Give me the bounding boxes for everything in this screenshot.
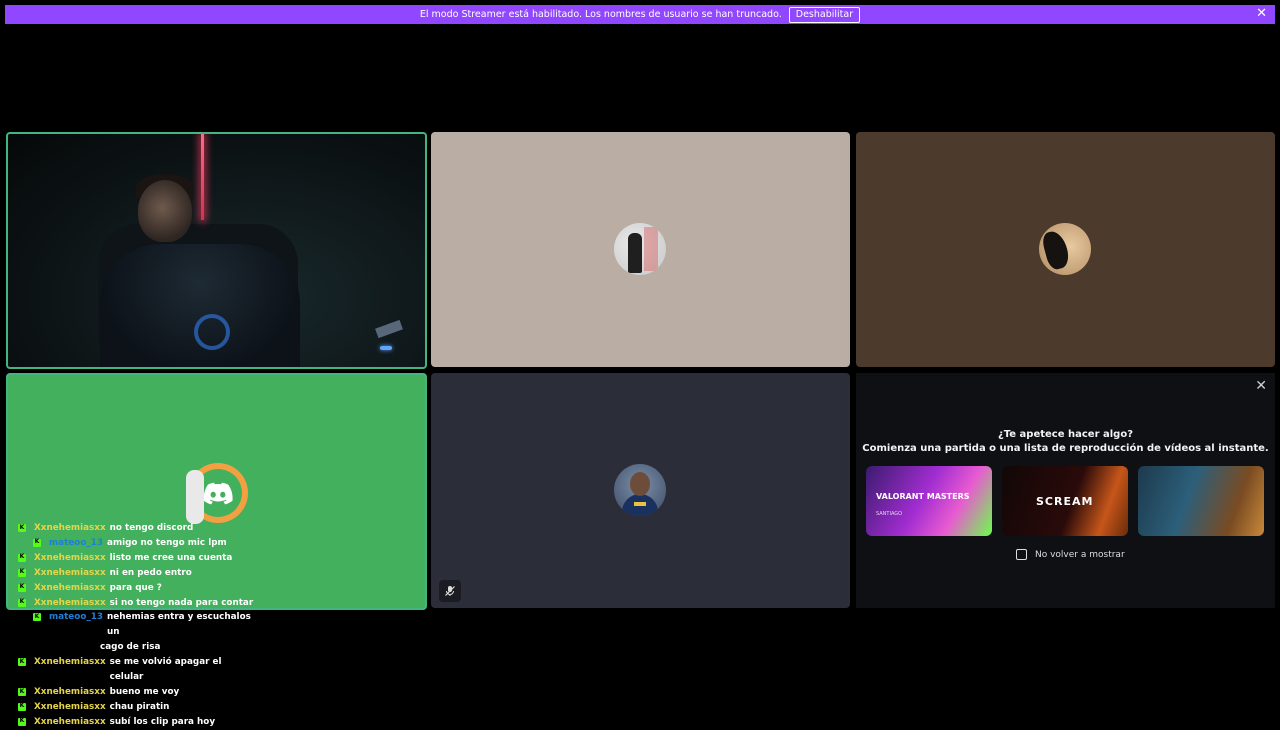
chat-overlay: K Xxnehemiasxx no tengo discord Kmateoo_13 a… bbox=[18, 521, 258, 730]
led-glow bbox=[380, 346, 392, 350]
dont-show-again-checkbox[interactable]: No volver a mostrar bbox=[1016, 549, 1125, 560]
phone-glow bbox=[375, 319, 403, 339]
chat-username[interactable]: Xxnehemiasxx bbox=[34, 521, 106, 536]
activity-card-valorant[interactable]: VALORANT MASTERS SANTIAGO bbox=[866, 466, 992, 536]
banner-message: El modo Streamer está habilitado. Los no… bbox=[419, 9, 782, 20]
activity-cards: VALORANT MASTERS SANTIAGO SCREAM bbox=[866, 466, 1264, 536]
chat-text-continued: cago de risa bbox=[100, 642, 161, 653]
activity-panel: ✕ ¿Te apetece hacer algo? Comienza una p… bbox=[856, 373, 1275, 608]
chat-username[interactable]: Xxnehemiasxx bbox=[34, 685, 106, 700]
chat-message: K Xxnehemiasxx bueno me voy bbox=[18, 685, 258, 700]
mic-muted-icon bbox=[439, 580, 461, 602]
chat-text: nehemias entra y escuchalos un bbox=[107, 612, 251, 638]
card-sublabel: SANTIAGO bbox=[876, 511, 903, 517]
kick-badge-icon: K bbox=[33, 538, 41, 547]
activity-subtitle: Comienza una partida o una lista de repr… bbox=[862, 443, 1269, 454]
card-label: SCREAM bbox=[1036, 495, 1094, 508]
kick-badge-icon: K bbox=[18, 568, 26, 577]
chat-username[interactable]: mateoo_13 bbox=[49, 536, 103, 551]
chat-username[interactable]: mateoo_13 bbox=[49, 610, 103, 640]
avatar bbox=[1039, 223, 1091, 275]
chat-text: chau piratin bbox=[109, 701, 170, 712]
avatar bbox=[614, 464, 666, 516]
disable-streamer-mode-button[interactable]: Deshabilitar bbox=[788, 6, 861, 23]
chat-username[interactable]: Xxnehemiasxx bbox=[34, 596, 106, 611]
chat-text: bueno me voy bbox=[109, 686, 180, 697]
chat-text: subí los clip para hoy bbox=[109, 716, 216, 727]
chat-username[interactable]: Xxnehemiasxx bbox=[34, 715, 106, 730]
chat-message: K Xxnehemiasxx listo me cree una cuenta bbox=[18, 551, 258, 566]
kick-badge-icon: K bbox=[18, 583, 26, 592]
video-tile-user-2[interactable] bbox=[431, 132, 850, 367]
activity-card-scream[interactable]: SCREAM bbox=[1002, 466, 1128, 536]
kick-badge-icon: K bbox=[18, 553, 26, 562]
chat-message: Kmateoo_13 amigo no tengo mic lpm bbox=[18, 536, 258, 551]
activity-card-game[interactable] bbox=[1138, 466, 1264, 536]
close-icon[interactable]: ✕ bbox=[1256, 7, 1267, 21]
chat-username[interactable]: Xxnehemiasxx bbox=[34, 581, 106, 596]
chat-message: Kmateoo_13 nehemias entra y escuchalos un bbox=[18, 610, 258, 640]
chat-username[interactable]: Xxnehemiasxx bbox=[34, 566, 106, 581]
video-tile-webcam[interactable] bbox=[6, 132, 427, 369]
chat-message: K Xxnehemiasxx se me volvió apagar el celu… bbox=[18, 655, 258, 685]
video-tile-user-3[interactable] bbox=[856, 132, 1275, 367]
chat-text: se me volvió apagar el celular bbox=[109, 657, 222, 683]
video-tile-user-5[interactable] bbox=[431, 373, 850, 608]
kick-badge-icon: K bbox=[18, 598, 26, 607]
kick-badge-icon: K bbox=[33, 612, 41, 622]
streamer-mode-banner: El modo Streamer está habilitado. Los no… bbox=[5, 5, 1275, 24]
kick-badge-icon: K bbox=[18, 702, 26, 711]
bunny-sticker bbox=[186, 470, 204, 524]
chat-text: si no tengo nada para contar bbox=[109, 597, 254, 608]
chat-message: K Xxnehemiasxx ni en pedo entro bbox=[18, 566, 258, 581]
neon-light bbox=[201, 134, 204, 220]
person-body bbox=[100, 244, 300, 367]
activity-title: ¿Te apetece hacer algo? bbox=[998, 429, 1133, 440]
chat-message: K Xxnehemiasxx subí los clip para hoy bbox=[18, 715, 258, 730]
chat-username[interactable]: Xxnehemiasxx bbox=[34, 700, 106, 715]
kick-badge-icon: K bbox=[18, 523, 26, 532]
chat-username[interactable]: Xxnehemiasxx bbox=[34, 655, 106, 685]
chat-message: K Xxnehemiasxx no tengo discord bbox=[18, 521, 258, 536]
kick-badge-icon: K bbox=[18, 657, 26, 667]
checkbox-label: No volver a mostrar bbox=[1035, 549, 1125, 560]
chat-text: para que ? bbox=[109, 582, 162, 593]
close-icon[interactable]: ✕ bbox=[1255, 378, 1267, 394]
chat-text: ni en pedo entro bbox=[109, 567, 192, 578]
chat-text: amigo no tengo mic lpm bbox=[107, 537, 227, 548]
kick-badge-icon: K bbox=[18, 687, 26, 696]
checkbox-box[interactable] bbox=[1016, 549, 1027, 560]
kick-badge-icon: K bbox=[18, 717, 26, 726]
shirt-logo bbox=[194, 314, 230, 350]
chat-message: K Xxnehemiasxx si no tengo nada para conta… bbox=[18, 596, 258, 611]
chat-text: listo me cree una cuenta bbox=[109, 552, 233, 563]
chat-message: K Xxnehemiasxx para que ? bbox=[18, 581, 258, 596]
chat-message: K Xxnehemiasxx chau piratin bbox=[18, 700, 258, 715]
chat-username[interactable]: Xxnehemiasxx bbox=[34, 551, 106, 566]
card-label: VALORANT MASTERS bbox=[876, 492, 970, 501]
avatar bbox=[614, 223, 666, 275]
person-head bbox=[138, 180, 192, 242]
chat-text: no tengo discord bbox=[109, 523, 194, 533]
